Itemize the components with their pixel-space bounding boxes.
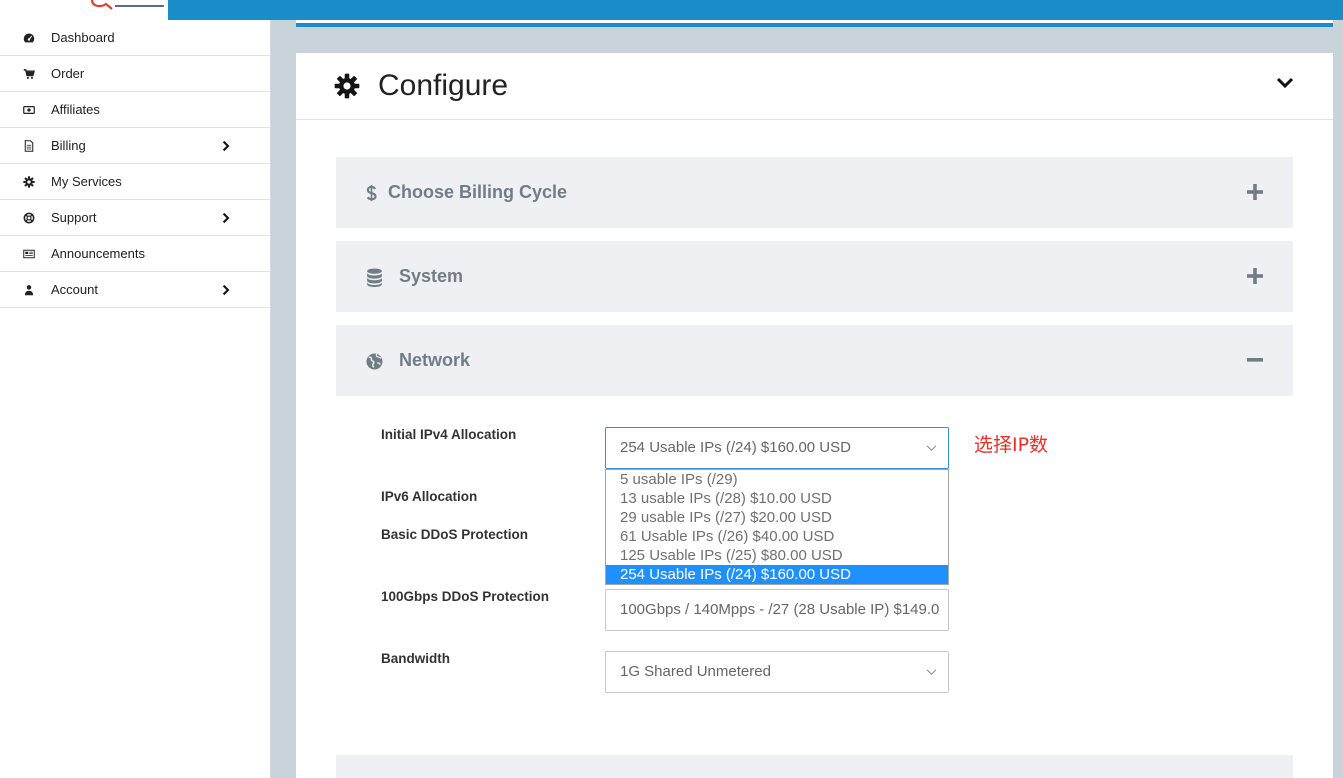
sidebar-item-my-services[interactable]: My Services [0,164,270,200]
chevron-down-icon[interactable] [1276,77,1294,89]
chevron-right-icon [222,212,230,224]
money-icon [23,104,35,116]
select-value: 100Gbps / 140Mpps - /27 (28 Usable IP) $… [620,601,940,618]
ddos-100g-select[interactable]: 100Gbps / 140Mpps - /27 (28 Usable IP) $… [605,589,949,631]
cart-icon [23,68,35,80]
gear-icon [334,73,360,99]
newspaper-icon [23,248,35,260]
sidebar-item-announcements[interactable]: Announcements [0,236,270,272]
cog-icon [23,176,35,188]
life-ring-icon [23,212,35,224]
chevron-right-icon [222,284,230,296]
section-next-collapsed[interactable] [336,755,1293,778]
database-icon [366,268,383,287]
sidebar-item-label: Billing [51,138,86,153]
sidebar-item-label: Support [51,210,97,225]
dropdown-option[interactable]: 29 usable IPs (/27) $20.00 USD [606,508,948,527]
panel-header: Configure [296,53,1333,120]
top-navbar [0,0,1343,20]
sidebar-item-label: Affiliates [51,102,100,117]
chevron-down-icon [926,445,937,452]
bandwidth-select[interactable]: 1G Shared Unmetered [605,651,949,693]
dropdown-option[interactable]: 254 Usable IPs (/24) $160.00 USD [606,565,948,584]
plus-icon[interactable] [1247,268,1263,284]
sidebar: Dashboard Order Affiliates Billing My Se… [0,20,271,778]
sidebar-item-label: Dashboard [51,30,115,45]
select-value: 254 Usable IPs (/24) $160.00 USD [620,439,851,456]
dollar-icon [366,184,377,202]
plus-icon[interactable] [1247,184,1263,200]
dropdown-option[interactable]: 61 Usable IPs (/26) $40.00 USD [606,527,948,546]
dropdown-option[interactable]: 5 usable IPs (/29) [606,470,948,489]
section-title: System [399,266,464,286]
section-title: Network [399,350,471,370]
user-icon [23,284,35,296]
sidebar-item-label: Account [51,282,98,297]
ipv4-options-dropdown: 5 usable IPs (/29) 13 usable IPs (/28) $… [605,469,949,585]
logo [0,0,168,20]
sidebar-item-label: Order [51,66,85,81]
sidebar-item-label: My Services [51,174,122,189]
configure-panel: Configure Choose Billing Cycle System Ne… [296,53,1333,778]
sidebar-item-billing[interactable]: Billing [0,128,270,164]
page-title: Configure [378,69,509,102]
sidebar-item-dashboard[interactable]: Dashboard [0,20,270,56]
globe-icon [366,353,383,370]
sidebar-item-support[interactable]: Support [0,200,270,236]
section-network[interactable]: Network [336,325,1293,396]
sidebar-item-affiliates[interactable]: Affiliates [0,92,270,128]
previous-panel-edge [296,20,1333,27]
section-title: Choose Billing Cycle [388,182,568,202]
minus-icon[interactable] [1247,352,1263,368]
ipv6-allocation-label: IPv6 Allocation [381,489,478,504]
sidebar-item-label: Announcements [51,246,145,261]
bandwidth-label: Bandwidth [381,651,450,666]
chevron-down-icon [926,669,937,676]
sidebar-item-account[interactable]: Account [0,272,270,308]
annotation-note: 选择IP数 [974,434,1049,456]
tachometer-icon [23,32,35,44]
section-billing-cycle[interactable]: Choose Billing Cycle [336,157,1293,228]
select-value: 1G Shared Unmetered [620,663,771,680]
ipv4-allocation-select[interactable]: 254 Usable IPs (/24) $160.00 USD [605,427,949,469]
ipv4-allocation-label: Initial IPv4 Allocation [381,427,517,442]
sidebar-item-order[interactable]: Order [0,56,270,92]
dropdown-option[interactable]: 13 usable IPs (/28) $10.00 USD [606,489,948,508]
dropdown-option[interactable]: 125 Usable IPs (/25) $80.00 USD [606,546,948,565]
file-icon [23,140,35,152]
section-system[interactable]: System [336,241,1293,312]
basic-ddos-label: Basic DDoS Protection [381,527,529,542]
chevron-right-icon [222,140,230,152]
ddos-100g-label: 100Gbps DDoS Protection [381,589,550,604]
